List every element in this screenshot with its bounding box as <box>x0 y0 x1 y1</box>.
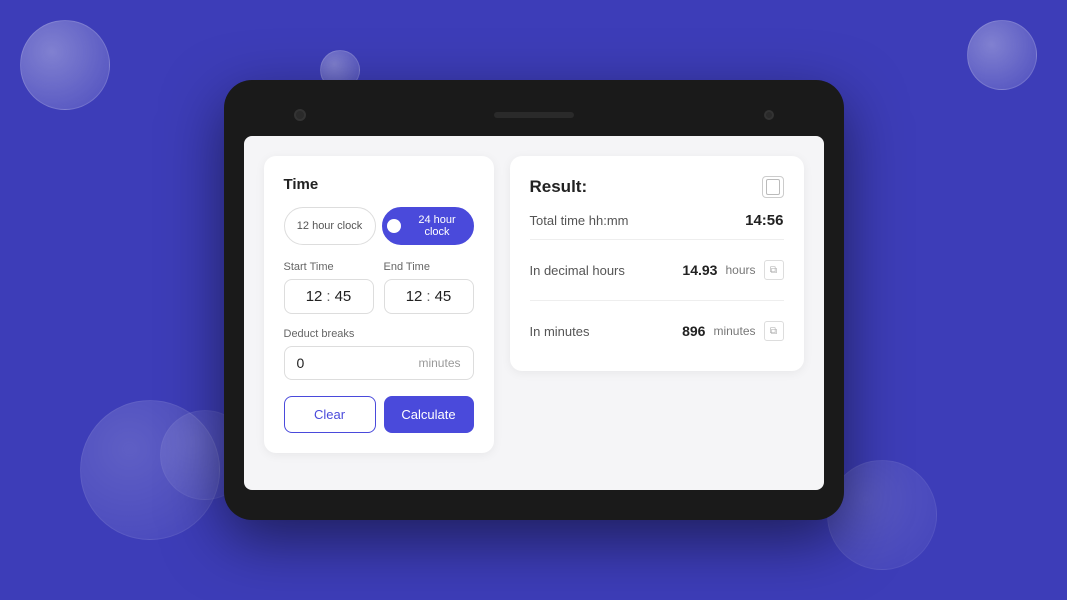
start-time-label: Start Time <box>284 261 374 273</box>
copy-result-icon[interactable] <box>762 176 784 198</box>
end-colon: : <box>426 288 430 305</box>
minutes-right: 896 minutes <box>682 321 783 341</box>
copy-minutes-icon[interactable] <box>764 321 784 341</box>
decimal-hours-right: 14.93 hours <box>682 260 783 280</box>
decorative-bubble-6 <box>827 460 937 570</box>
clock-toggle: 12 hour clock 24 hour clock <box>284 207 474 245</box>
breaks-label: Deduct breaks <box>284 328 474 340</box>
twelve-hour-clock-button[interactable]: 12 hour clock <box>284 207 376 245</box>
end-time-col: End Time 12 : 45 <box>384 261 474 314</box>
panel-title: Time <box>284 176 474 193</box>
start-minutes: 45 <box>335 288 352 305</box>
tablet-speaker <box>494 112 574 118</box>
tablet-camera-left <box>294 109 306 121</box>
right-panel: Result: Total time hh:mm 14:56 In decima… <box>510 156 804 371</box>
breaks-value: 0 <box>297 355 419 371</box>
breaks-input[interactable]: 0 minutes <box>284 346 474 380</box>
total-time-value: 14:56 <box>745 212 783 229</box>
decimal-hours-value: 14.93 <box>682 262 717 278</box>
end-hours: 12 <box>406 288 423 305</box>
decimal-hours-unit: hours <box>725 263 755 277</box>
start-colon: : <box>326 288 330 305</box>
tablet-camera-right <box>764 110 774 120</box>
start-time-input[interactable]: 12 : 45 <box>284 279 374 314</box>
minutes-value: 896 <box>682 323 705 339</box>
end-time-label: End Time <box>384 261 474 273</box>
divider-2 <box>530 300 784 301</box>
time-row: Start Time 12 : 45 End Time 12 : 45 <box>284 261 474 314</box>
tablet-top-bar <box>244 100 824 130</box>
clear-button[interactable]: Clear <box>284 396 376 433</box>
end-minutes: 45 <box>435 288 452 305</box>
total-time-label: Total time hh:mm <box>530 213 629 228</box>
divider-1 <box>530 239 784 240</box>
minutes-unit: minutes <box>713 324 755 338</box>
decimal-hours-row: In decimal hours 14.93 hours <box>530 250 784 290</box>
minutes-label: In minutes <box>530 324 590 339</box>
twenty-four-hour-clock-button[interactable]: 24 hour clock <box>382 207 474 245</box>
result-title: Result: <box>530 177 588 197</box>
button-row: Clear Calculate <box>284 396 474 433</box>
total-time-row: Total time hh:mm 14:56 <box>530 212 784 229</box>
minutes-row: In minutes 896 minutes <box>530 311 784 351</box>
result-header: Result: <box>530 176 784 198</box>
decimal-hours-label: In decimal hours <box>530 263 625 278</box>
decorative-bubble-1 <box>20 20 110 110</box>
copy-decimal-icon[interactable] <box>764 260 784 280</box>
tablet-frame: Time 12 hour clock 24 hour clock Start T… <box>224 80 844 520</box>
calculate-button[interactable]: Calculate <box>384 396 474 433</box>
decorative-bubble-3 <box>967 20 1037 90</box>
end-time-input[interactable]: 12 : 45 <box>384 279 474 314</box>
start-hours: 12 <box>306 288 323 305</box>
breaks-unit: minutes <box>418 356 460 370</box>
start-time-col: Start Time 12 : 45 <box>284 261 374 314</box>
left-panel: Time 12 hour clock 24 hour clock Start T… <box>264 156 494 453</box>
tablet-screen: Time 12 hour clock 24 hour clock Start T… <box>244 136 824 490</box>
